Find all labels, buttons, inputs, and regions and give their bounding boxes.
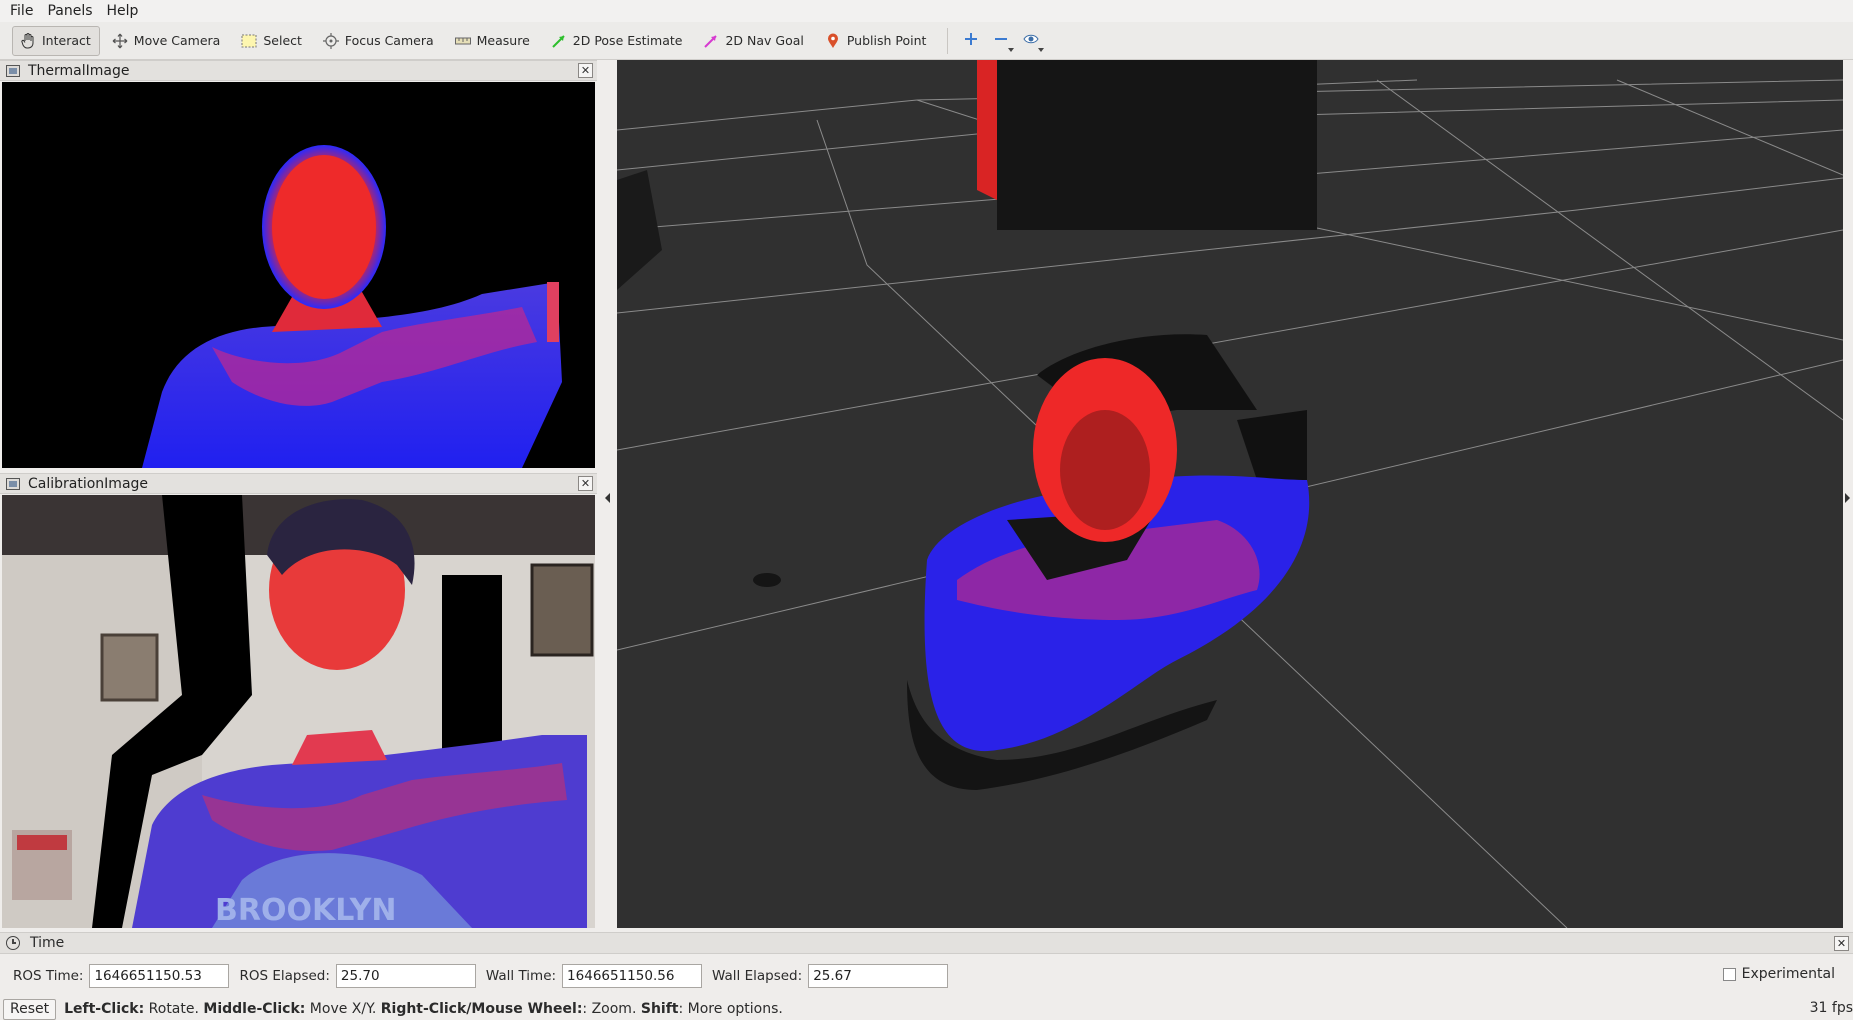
fps-counter: 31 fps (1809, 1000, 1853, 1016)
ros-elapsed-label: ROS Elapsed: (239, 968, 330, 984)
plus-icon (964, 32, 978, 50)
add-tool-button[interactable] (956, 26, 986, 56)
thermal-image-view (2, 82, 595, 468)
right-panel-gutter[interactable] (1843, 60, 1853, 928)
eye-icon (1023, 33, 1040, 49)
measure-tool-button[interactable]: Measure (447, 26, 539, 56)
3d-scene[interactable] (617, 60, 1843, 928)
time-panel-titlebar[interactable]: Time (0, 932, 1853, 954)
help-key: Right-Click/Mouse Wheel: (380, 1001, 583, 1017)
select-tool-button[interactable]: Select (233, 26, 311, 56)
calibration-panel-titlebar[interactable]: CalibrationImage (0, 473, 597, 494)
calibration-image-view: BROOKLYN (2, 495, 595, 928)
menu-file-label: File (10, 3, 34, 19)
calibration-image: BROOKLYN (2, 495, 595, 928)
menu-help[interactable]: Help (107, 3, 139, 19)
3d-render-view[interactable] (617, 60, 1843, 928)
menu-file[interactable]: File (10, 3, 33, 19)
ruler-icon (454, 32, 472, 50)
panel-splitter[interactable] (599, 60, 617, 928)
checkbox-box[interactable] (1722, 967, 1736, 981)
time-fields-row: ROS Time: ROS Elapsed: Wall Time: Wall E… (0, 962, 1853, 990)
thermal-image-panel: ThermalImage ✕ (0, 60, 597, 470)
remove-tool-button[interactable] (986, 26, 1016, 56)
image-panel-icon (6, 477, 20, 490)
thermal-panel-title: ThermalImage (28, 62, 130, 79)
help-key: Middle-Click: (203, 1001, 306, 1017)
publish-point-tool-label: Publish Point (846, 33, 927, 48)
focus-camera-tool-label: Focus Camera (344, 33, 434, 48)
help-desc: Move X/Y. (305, 1001, 381, 1017)
ros-elapsed-field[interactable] (335, 964, 476, 988)
menu-panels-label: Panels (47, 3, 93, 19)
minus-icon (994, 32, 1008, 50)
calibration-panel-close-button[interactable]: ✕ (578, 476, 593, 491)
move-camera-tool-label: Move Camera (133, 33, 221, 48)
help-desc: : More options. (678, 1001, 783, 1017)
collapse-left-arrow-icon[interactable] (605, 493, 610, 503)
focus-camera-icon (322, 32, 340, 50)
thermal-panel-titlebar[interactable]: ThermalImage (0, 60, 597, 81)
reset-button[interactable]: Reset (3, 998, 57, 1020)
wall-elapsed-field[interactable] (808, 964, 949, 988)
nav-goal-tool-button[interactable]: 2D Nav Goal (695, 26, 812, 56)
reset-button-label: Reset (10, 1001, 50, 1017)
pink-arrow-icon (702, 32, 720, 50)
calibration-panel-title: CalibrationImage (28, 475, 149, 492)
time-panel-title: Time (30, 935, 65, 951)
select-tool-label: Select (263, 33, 302, 48)
select-icon (240, 32, 258, 50)
experimental-label: Experimental (1741, 966, 1835, 982)
pose-estimate-tool-button[interactable]: 2D Pose Estimate (543, 26, 692, 56)
close-icon: ✕ (580, 477, 591, 490)
publish-point-tool-button[interactable]: Publish Point (817, 26, 936, 56)
map-pin-icon (824, 32, 842, 50)
status-bar: Reset Left-Click: Rotate. Middle-Click: … (0, 998, 1853, 1020)
time-panel: Time ✕ ROS Time: ROS Elapsed: Wall Time:… (0, 932, 1853, 998)
interaction-help-text: Left-Click: Rotate. Middle-Click: Move X… (64, 1001, 783, 1017)
move-camera-tool-button[interactable]: Move Camera (104, 26, 230, 56)
chevron-down-icon (1008, 47, 1015, 52)
toolbar: Interact Move Camera Select Focus Camera… (0, 22, 1853, 60)
green-arrow-icon (550, 32, 568, 50)
nav-goal-tool-label: 2D Nav Goal (725, 33, 804, 48)
interact-tool-button[interactable]: Interact (12, 25, 100, 56)
thermal-panel-close-button[interactable]: ✕ (578, 63, 593, 78)
time-panel-close-button[interactable]: ✕ (1834, 936, 1849, 951)
chevron-down-icon (1038, 47, 1045, 52)
close-icon: ✕ (1836, 937, 1847, 950)
thermal-image (2, 82, 595, 468)
shirt-print: BROOKLYN (215, 893, 397, 928)
focus-camera-tool-button[interactable]: Focus Camera (315, 26, 443, 56)
wall-time-field[interactable] (562, 964, 703, 988)
wall-time-label: Wall Time: (485, 968, 557, 984)
menu-panels[interactable]: Panels (47, 3, 92, 19)
expand-right-arrow-icon[interactable] (1845, 493, 1850, 503)
measure-tool-label: Measure (476, 33, 530, 48)
toolbar-separator (947, 27, 949, 54)
calibration-image-panel: CalibrationImage ✕ BROOKLYN (0, 473, 597, 928)
ros-time-field[interactable] (89, 964, 230, 988)
help-key: Left-Click: (64, 1001, 145, 1017)
view-options-button[interactable] (1016, 26, 1046, 56)
hand-icon (19, 32, 37, 50)
menu-help-label: Help (106, 3, 139, 19)
interact-tool-label: Interact (42, 33, 91, 48)
help-key: Shift (640, 1001, 679, 1017)
image-panel-icon (6, 64, 20, 77)
ros-time-label: ROS Time: (13, 968, 84, 984)
help-desc: : Zoom. (582, 1001, 641, 1017)
help-desc: Rotate. (144, 1001, 204, 1017)
move-camera-icon (111, 32, 129, 50)
experimental-checkbox[interactable]: Experimental (1722, 966, 1835, 982)
close-icon: ✕ (580, 64, 591, 77)
clock-icon (6, 936, 20, 950)
menu-bar: File Panels Help (0, 0, 1853, 22)
wall-elapsed-label: Wall Elapsed: (712, 968, 803, 984)
pose-estimate-tool-label: 2D Pose Estimate (572, 33, 683, 48)
